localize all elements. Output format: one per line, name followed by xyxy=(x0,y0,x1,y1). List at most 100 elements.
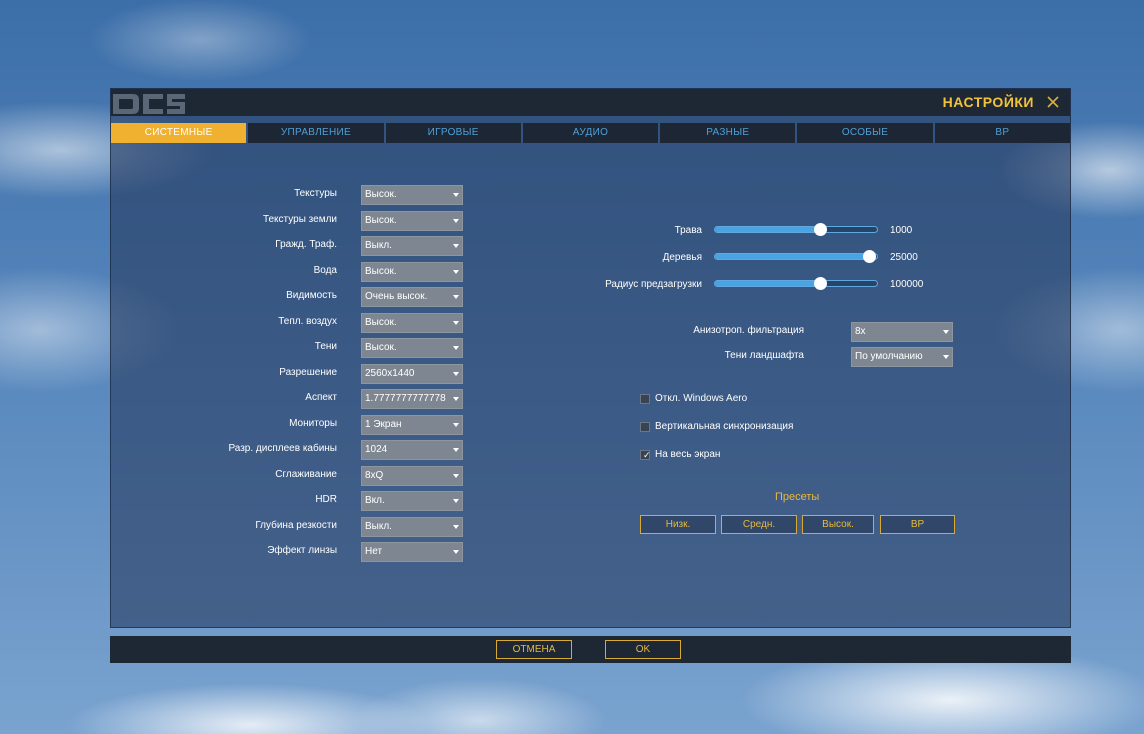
slider-thumb[interactable] xyxy=(862,250,876,263)
slider-row-grass: Трава 1000 xyxy=(111,222,1072,242)
select-value: Нет xyxy=(365,546,383,557)
setting-row-terrain-shadows: Тени ландшафта По умолчанию xyxy=(111,347,1072,367)
setting-row-aspect: Аспект 1.7777777777778 xyxy=(221,389,463,409)
chevron-down-icon xyxy=(453,269,459,274)
slider-value: 1000 xyxy=(890,225,913,236)
select-value: 2560x1440 xyxy=(365,367,415,379)
chevron-down-icon xyxy=(453,422,459,427)
slider-label: Радиус предзагрузки xyxy=(605,279,702,290)
checkbox-label: Откл. Windows Aero xyxy=(655,393,748,404)
grass-slider[interactable] xyxy=(714,223,878,236)
slider-label: Деревья xyxy=(662,252,702,263)
setting-row-depth-of-field: Глубина резкости Выкл. xyxy=(221,516,463,537)
chevron-down-icon xyxy=(943,330,949,334)
msaa-select[interactable]: 8xQ xyxy=(361,465,463,486)
select-value: 1.7777777777778 xyxy=(365,393,446,404)
bottom-bar: ОТМЕНА OK xyxy=(110,636,1071,663)
setting-row-hdr: HDR Вкл. xyxy=(221,491,463,511)
chevron-down-icon xyxy=(453,397,459,401)
tab-system[interactable]: СИСТЕМНЫЕ xyxy=(111,123,247,143)
setting-label: HDR xyxy=(315,494,337,505)
cockpit-displays-select[interactable]: 1024 xyxy=(361,440,463,460)
aspect-select[interactable]: 1.7777777777778 xyxy=(361,389,463,409)
tab-gameplay[interactable]: ИГРОВЫЕ xyxy=(385,123,521,143)
tab-bar: СИСТЕМНЫЕ УПРАВЛЕНИЕ ИГРОВЫЕ АУДИО РАЗНЫ… xyxy=(111,123,1070,143)
setting-label: Сглаживание xyxy=(275,468,337,480)
setting-label: Мониторы xyxy=(289,417,337,429)
fullscreen-checkbox[interactable]: ✓ xyxy=(640,450,651,460)
ok-button[interactable]: OK xyxy=(605,640,681,659)
select-value: 8xQ xyxy=(365,469,384,481)
window-title: НАСТРОЙКИ xyxy=(942,94,1034,110)
textures-select[interactable]: Высок. xyxy=(361,185,463,205)
preset-high-button[interactable]: Высок. xyxy=(802,515,874,534)
slider-fill xyxy=(715,254,869,259)
settings-window: НАСТРОЙКИ СИСТЕМНЫЕ УПРАВЛЕНИЕ ИГРОВЫЕ А… xyxy=(110,88,1071,628)
slider-fill xyxy=(715,281,821,286)
chevron-down-icon xyxy=(453,448,459,452)
setting-row-cockpit-displays: Разр. дисплеев кабины 1024 xyxy=(221,440,463,460)
setting-label: Эффект линзы xyxy=(267,545,337,556)
preset-vr-button[interactable]: ВР xyxy=(880,515,955,534)
slider-thumb[interactable] xyxy=(814,223,828,236)
setting-label: Тени ландшафта xyxy=(724,350,804,361)
setting-label: Разр. дисплеев кабины xyxy=(228,443,337,454)
setting-label: Разрешение xyxy=(279,366,337,378)
slider-value: 25000 xyxy=(890,252,918,263)
chevron-down-icon xyxy=(453,371,459,376)
setting-row-anisotropic: Анизотроп. фильтрация 8x xyxy=(111,322,1072,342)
chevron-down-icon xyxy=(453,244,459,248)
check-icon: ✓ xyxy=(643,450,651,460)
select-value: 1 Экран xyxy=(365,418,402,430)
slider-thumb[interactable] xyxy=(814,277,828,290)
preload-radius-slider[interactable] xyxy=(714,277,878,290)
select-value: 8x xyxy=(855,326,866,337)
setting-label: Аспект xyxy=(305,392,337,403)
depth-of-field-select[interactable]: Выкл. xyxy=(361,516,463,537)
select-value: 1024 xyxy=(365,444,388,455)
chevron-down-icon xyxy=(453,499,459,503)
tab-misc[interactable]: РАЗНЫЕ xyxy=(660,123,796,143)
select-value: Вкл. xyxy=(365,495,385,506)
disable-aero-checkbox[interactable] xyxy=(640,394,650,404)
select-value: Высок. xyxy=(365,189,397,200)
setting-label: Глубина резкости xyxy=(255,519,337,531)
slider-label: Трава xyxy=(674,225,702,236)
lens-effects-select[interactable]: Нет xyxy=(361,542,463,562)
cancel-button[interactable]: ОТМЕНА xyxy=(496,640,572,659)
tab-audio[interactable]: АУДИО xyxy=(522,123,659,143)
trees-slider[interactable] xyxy=(714,250,878,263)
checkbox-label: Вертикальная синхронизация xyxy=(655,421,794,432)
setting-row-textures: Текстуры Высок. xyxy=(221,185,463,205)
slider-value: 100000 xyxy=(890,279,924,290)
tab-controls[interactable]: УПРАВЛЕНИЕ xyxy=(248,123,384,143)
slider-row-preload-radius: Радиус предзагрузки 100000 xyxy=(111,276,1072,296)
select-value: Выкл. xyxy=(365,520,392,532)
tab-special[interactable]: ОСОБЫЕ xyxy=(797,123,933,143)
slider-fill xyxy=(715,227,821,232)
monitors-select[interactable]: 1 Экран xyxy=(361,414,463,435)
close-icon[interactable] xyxy=(1044,93,1062,111)
setting-label: Анизотроп. фильтрация xyxy=(693,325,804,336)
terrain-shadows-select[interactable]: По умолчанию xyxy=(851,347,953,367)
vsync-checkbox[interactable] xyxy=(640,422,650,432)
hdr-select[interactable]: Вкл. xyxy=(361,491,463,511)
preset-medium-button[interactable]: Средн. xyxy=(721,515,797,534)
chevron-down-icon xyxy=(453,550,459,554)
presets-title: Пресеты xyxy=(775,491,820,503)
tab-vr[interactable]: ВР xyxy=(934,123,1070,143)
dcs-logo xyxy=(113,94,185,114)
chevron-down-icon xyxy=(453,524,459,529)
title-bar: НАСТРОЙКИ xyxy=(111,89,1070,116)
chevron-down-icon xyxy=(453,193,459,197)
setting-row-msaa: Сглаживание 8xQ xyxy=(221,465,463,486)
checkbox-label: На весь экран xyxy=(655,449,721,460)
chevron-down-icon xyxy=(453,473,459,478)
chevron-down-icon xyxy=(943,355,949,359)
setting-label: Текстуры xyxy=(294,188,337,199)
setting-row-lens-effects: Эффект линзы Нет xyxy=(221,542,463,562)
preset-low-button[interactable]: Низк. xyxy=(640,515,716,534)
select-value: По умолчанию xyxy=(855,351,923,362)
anisotropic-select[interactable]: 8x xyxy=(851,322,953,342)
slider-row-trees: Деревья 25000 xyxy=(111,249,1072,269)
